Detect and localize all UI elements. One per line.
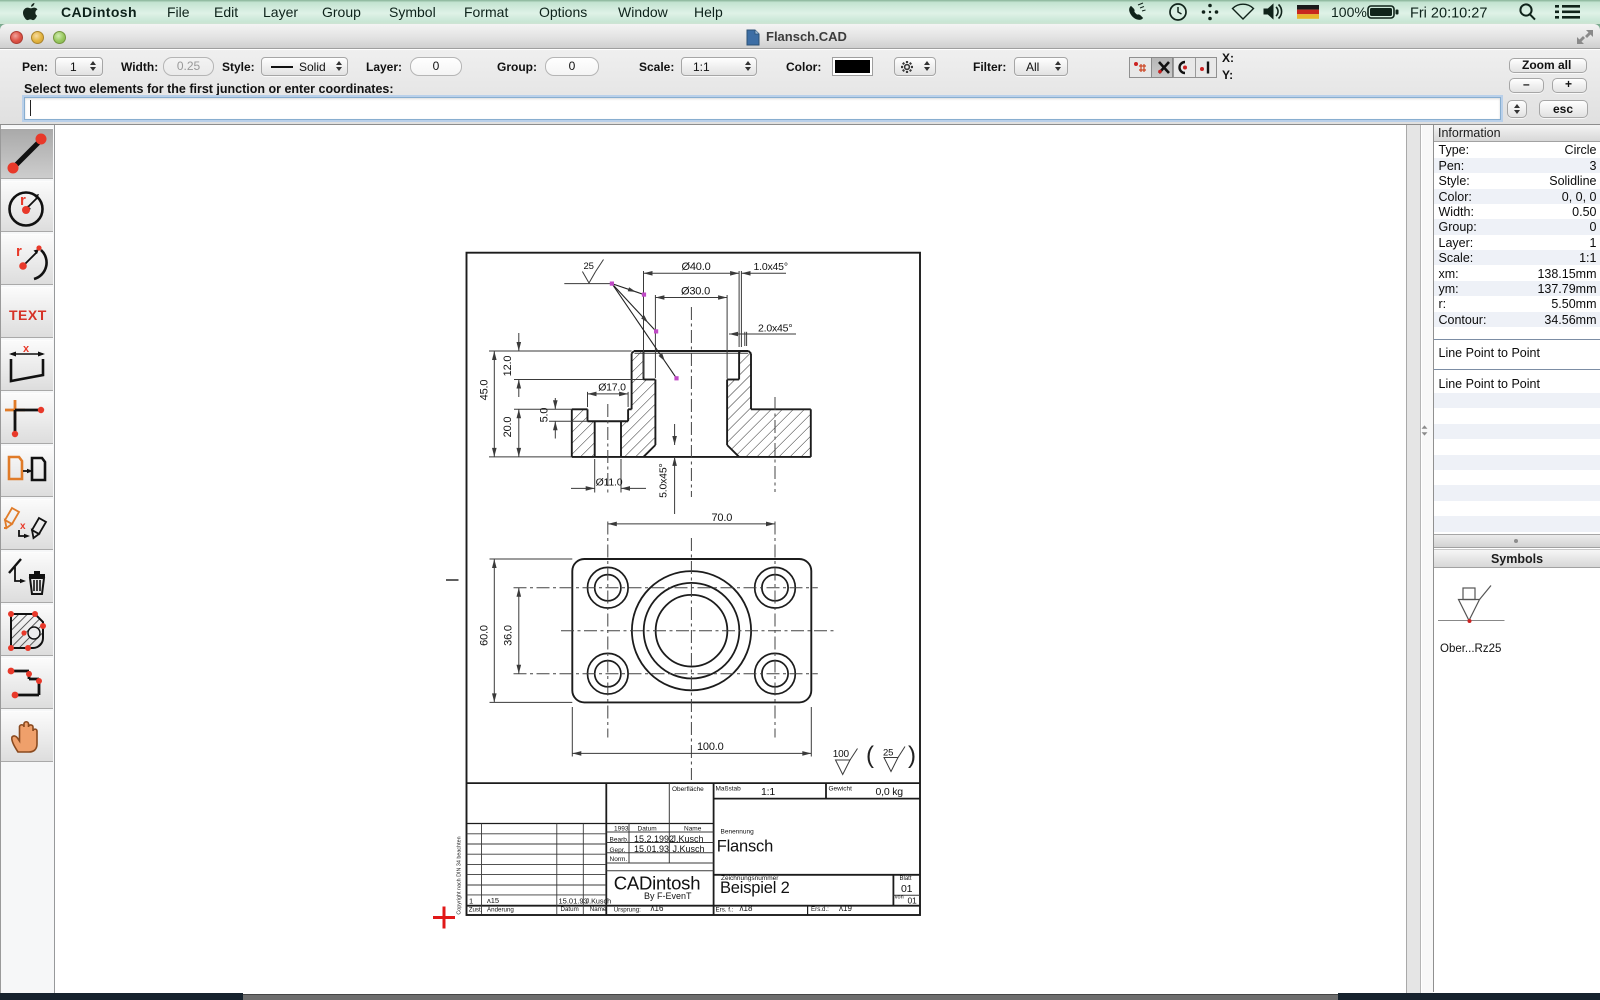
svg-text:Datum: Datum	[638, 826, 657, 833]
svg-text:0,0 kg: 0,0 kg	[876, 786, 904, 798]
svg-text:45.0: 45.0	[479, 380, 491, 401]
svg-text:01: 01	[901, 883, 913, 895]
svg-text:5.0x45°: 5.0x45°	[658, 464, 670, 498]
svg-text:Änderung: Änderung	[487, 907, 514, 914]
svg-text:): )	[908, 742, 916, 769]
svg-text:Zust.: Zust.	[469, 907, 483, 914]
svg-text:1: 1	[469, 896, 473, 905]
svg-text:Blatt: Blatt	[900, 876, 912, 882]
svg-text:1:1: 1:1	[761, 786, 775, 798]
svg-text:Benennung: Benennung	[721, 829, 755, 836]
svg-text:ʌ15: ʌ15	[487, 896, 499, 905]
svg-text:Ø17.0: Ø17.0	[598, 382, 626, 394]
svg-text:Ø30.0: Ø30.0	[681, 285, 710, 297]
svg-text:60.0: 60.0	[479, 625, 491, 646]
svg-text:Ø11.0: Ø11.0	[596, 476, 623, 488]
svg-text:Flansch: Flansch	[717, 837, 773, 855]
svg-text:Bearb.: Bearb.	[610, 837, 629, 844]
svg-text:Ers. f.:: Ers. f.:	[716, 906, 734, 913]
svg-text:Ers.d.:: Ers.d.:	[811, 906, 829, 913]
svg-text:TEXT: TEXT	[9, 307, 47, 323]
svg-text:r: r	[16, 243, 22, 260]
svg-text:15.01.93: 15.01.93	[559, 897, 588, 906]
svg-text:1993: 1993	[614, 826, 629, 833]
svg-text:x: x	[23, 343, 30, 355]
svg-text:ʌ18: ʌ18	[740, 904, 753, 913]
svg-text:01: 01	[908, 895, 918, 905]
svg-text:J.Kusch: J.Kusch	[586, 896, 612, 905]
svg-text:70.0: 70.0	[712, 512, 733, 524]
svg-text:ʌ19: ʌ19	[839, 904, 852, 913]
svg-text:25: 25	[883, 748, 893, 759]
svg-text:By F-EvenT: By F-EvenT	[644, 891, 692, 901]
svg-text:Maßstab: Maßstab	[716, 786, 742, 793]
svg-text:36.0: 36.0	[503, 625, 515, 646]
svg-text:2.0x45°: 2.0x45°	[758, 322, 792, 334]
svg-text:x: x	[20, 521, 26, 532]
svg-text:Ursprung:: Ursprung:	[614, 906, 641, 913]
svg-text:Name: Name	[684, 826, 702, 833]
svg-text:1.0x45°: 1.0x45°	[754, 261, 788, 273]
svg-text:15.01.93: 15.01.93	[634, 844, 669, 854]
svg-text:ʌ16: ʌ16	[651, 904, 664, 913]
svg-text:Norm.: Norm.	[610, 856, 628, 863]
svg-text:Gewicht: Gewicht	[829, 786, 853, 793]
svg-text:100: 100	[833, 749, 850, 760]
svg-text:Fri 20:10:27: Fri 20:10:27	[1410, 6, 1487, 22]
svg-text:15.2.1992: 15.2.1992	[634, 834, 674, 844]
svg-text:J.Kusch: J.Kusch	[673, 844, 705, 854]
svg-text:(: (	[866, 742, 874, 769]
svg-text:Oberfläche: Oberfläche	[672, 786, 704, 793]
svg-text:Datum: Datum	[561, 906, 579, 913]
svg-text:Beispiel 2: Beispiel 2	[720, 879, 790, 897]
svg-text:100%: 100%	[1331, 4, 1367, 20]
svg-text:J.Kusch: J.Kusch	[672, 834, 704, 844]
svg-text:von: von	[895, 895, 904, 901]
svg-text:Ø40.0: Ø40.0	[682, 261, 711, 273]
svg-text:5.0: 5.0	[539, 408, 551, 423]
svg-text:Gepr.: Gepr.	[610, 847, 626, 854]
svg-text:100.0: 100.0	[697, 741, 724, 753]
svg-text:12.0: 12.0	[502, 356, 514, 377]
svg-text:Copyright nach DIN 34 beachten: Copyright nach DIN 34 beachten	[457, 836, 463, 914]
svg-text:20.0: 20.0	[502, 417, 514, 438]
svg-text:25: 25	[584, 261, 594, 272]
svg-text:Name: Name	[590, 906, 607, 913]
